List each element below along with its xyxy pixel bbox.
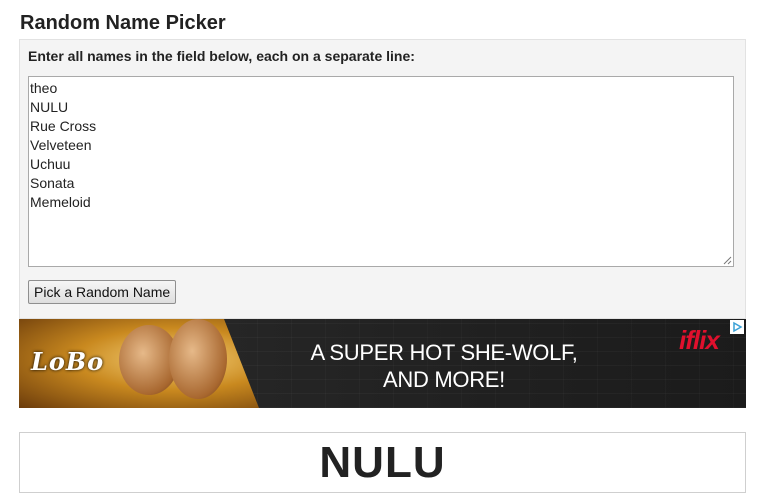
name-entry-panel: Enter all names in the field below, each…	[19, 39, 746, 319]
ad-logo-text: LoBo	[31, 347, 105, 376]
name-line: Rue Cross	[30, 118, 97, 134]
ad-headline: A SUPER HOT SHE-WOLF, AND MORE!	[279, 339, 609, 393]
page-title: Random Name Picker	[20, 12, 226, 34]
pick-random-name-button[interactable]: Pick a Random Name	[28, 280, 177, 304]
ad-brand-logo: iflix	[679, 325, 720, 355]
result-box: NULU	[19, 432, 746, 493]
ad-headline-line: AND MORE!	[383, 367, 505, 392]
name-line: Memeloid	[30, 194, 91, 210]
adchoices-icon[interactable]	[730, 320, 744, 334]
instruction-text: Enter all names in the field below, each…	[28, 48, 415, 64]
picked-name: NULU	[319, 438, 446, 487]
name-line: Velveteen	[30, 137, 92, 153]
names-textarea[interactable]: theo NULU Rue Cross Velveteen Uchuu Sona…	[28, 76, 734, 267]
ad-show-logo: LoBo	[31, 347, 104, 376]
name-line: Sonata	[30, 175, 75, 191]
ad-face-image	[169, 319, 227, 399]
ad-headline-line: A SUPER HOT SHE-WOLF,	[310, 340, 578, 365]
name-line: NULU	[30, 99, 69, 115]
name-line: Uchuu	[30, 156, 71, 172]
name-line: theo	[30, 80, 58, 96]
resize-grip-icon[interactable]	[723, 256, 732, 265]
ad-banner[interactable]: LoBo A SUPER HOT SHE-WOLF, AND MORE! ifl…	[19, 319, 746, 408]
